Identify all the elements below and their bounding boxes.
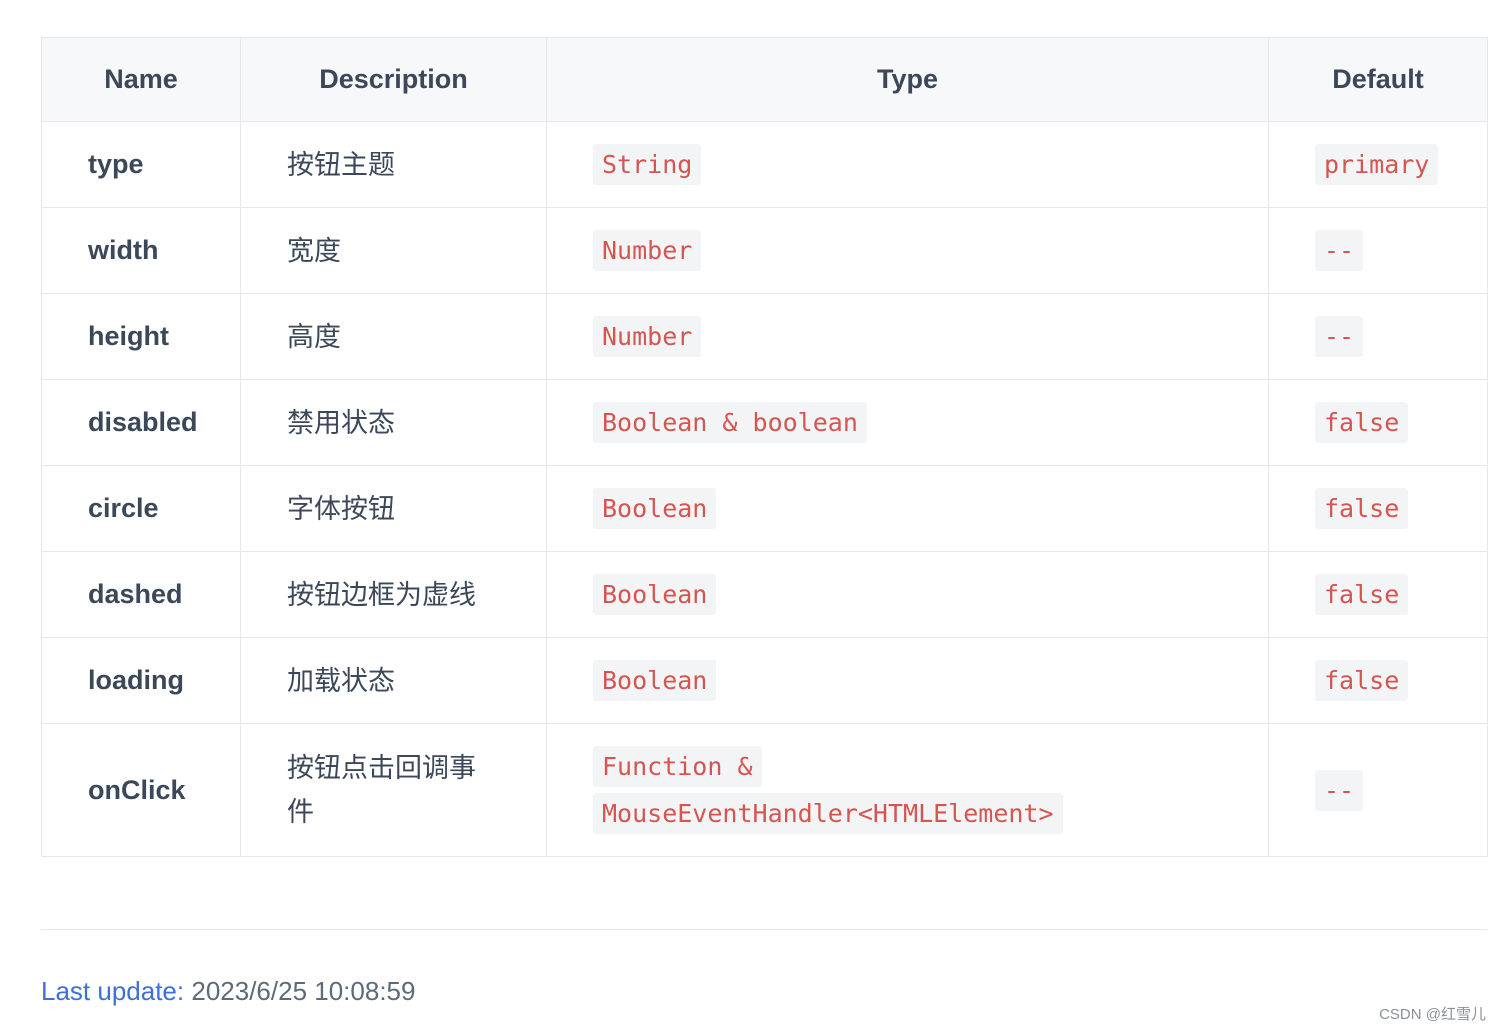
prop-default-cell: false xyxy=(1268,465,1488,552)
watermark: CSDN @红雪儿 xyxy=(1379,1006,1486,1023)
table-row: onClick 按钮点击回调事件 Function & MouseEventHa… xyxy=(41,723,1488,857)
table-row: height 高度 Number -- xyxy=(41,293,1488,380)
prop-type-cell: Boolean xyxy=(546,551,1269,638)
prop-default-cell: -- xyxy=(1268,723,1488,857)
header-description: Description xyxy=(240,37,547,122)
footer-divider xyxy=(41,929,1487,930)
prop-default-cell: -- xyxy=(1268,207,1488,294)
prop-description: 按钮边框为虚线 xyxy=(240,551,547,638)
prop-type-cell: Function & MouseEventHandler<HTMLElement… xyxy=(546,723,1269,857)
prop-description: 禁用状态 xyxy=(240,379,547,466)
prop-description: 字体按钮 xyxy=(240,465,547,552)
table-header-row: Name Description Type Default xyxy=(41,37,1488,122)
prop-type: Function & MouseEventHandler<HTMLElement… xyxy=(593,746,1063,834)
prop-type-cell: Number xyxy=(546,293,1269,380)
prop-name: width xyxy=(41,207,241,294)
prop-name: height xyxy=(41,293,241,380)
table-row: width 宽度 Number -- xyxy=(41,207,1488,294)
prop-default: false xyxy=(1315,488,1409,529)
header-type: Type xyxy=(546,37,1269,122)
props-table: Name Description Type Default type 按钮主题 … xyxy=(41,37,1488,857)
prop-default: primary xyxy=(1315,144,1439,185)
prop-type-cell: String xyxy=(546,121,1269,208)
prop-type: Boolean xyxy=(593,574,717,615)
prop-type-cell: Number xyxy=(546,207,1269,294)
last-update: Last update: 2023/6/25 10:08:59 xyxy=(41,976,415,1007)
prop-type: Boolean & boolean xyxy=(593,402,867,443)
prop-type: Boolean xyxy=(593,660,717,701)
header-default: Default xyxy=(1268,37,1488,122)
prop-type-cell: Boolean xyxy=(546,637,1269,724)
prop-type: Number xyxy=(593,230,702,271)
prop-description: 按钮主题 xyxy=(240,121,547,208)
prop-default: -- xyxy=(1315,230,1364,271)
prop-description: 宽度 xyxy=(240,207,547,294)
prop-name: dashed xyxy=(41,551,241,638)
prop-default: false xyxy=(1315,402,1409,443)
table-row: dashed 按钮边框为虚线 Boolean false xyxy=(41,551,1488,638)
prop-type: Number xyxy=(593,316,702,357)
prop-name: type xyxy=(41,121,241,208)
prop-default: false xyxy=(1315,574,1409,615)
prop-type-cell: Boolean & boolean xyxy=(546,379,1269,466)
table-row: type 按钮主题 String primary xyxy=(41,121,1488,208)
prop-default-cell: false xyxy=(1268,637,1488,724)
prop-description: 按钮点击回调事件 xyxy=(240,723,547,857)
last-update-value: 2023/6/25 10:08:59 xyxy=(191,976,416,1006)
prop-default-cell: false xyxy=(1268,551,1488,638)
header-name: Name xyxy=(41,37,241,122)
table-row: circle 字体按钮 Boolean false xyxy=(41,465,1488,552)
prop-name: loading xyxy=(41,637,241,724)
prop-description: 加载状态 xyxy=(240,637,547,724)
prop-default: -- xyxy=(1315,769,1364,811)
prop-default-cell: false xyxy=(1268,379,1488,466)
prop-type: String xyxy=(593,144,702,185)
prop-type-cell: Boolean xyxy=(546,465,1269,552)
table-row: disabled 禁用状态 Boolean & boolean false xyxy=(41,379,1488,466)
prop-default-cell: primary xyxy=(1268,121,1488,208)
prop-default: -- xyxy=(1315,316,1364,357)
prop-default: false xyxy=(1315,660,1409,701)
prop-type: Boolean xyxy=(593,488,717,529)
last-update-label: Last update: xyxy=(41,976,185,1006)
prop-name: disabled xyxy=(41,379,241,466)
prop-name: onClick xyxy=(41,723,241,857)
prop-name: circle xyxy=(41,465,241,552)
prop-description: 高度 xyxy=(240,293,547,380)
prop-default-cell: -- xyxy=(1268,293,1488,380)
table-row: loading 加载状态 Boolean false xyxy=(41,637,1488,724)
